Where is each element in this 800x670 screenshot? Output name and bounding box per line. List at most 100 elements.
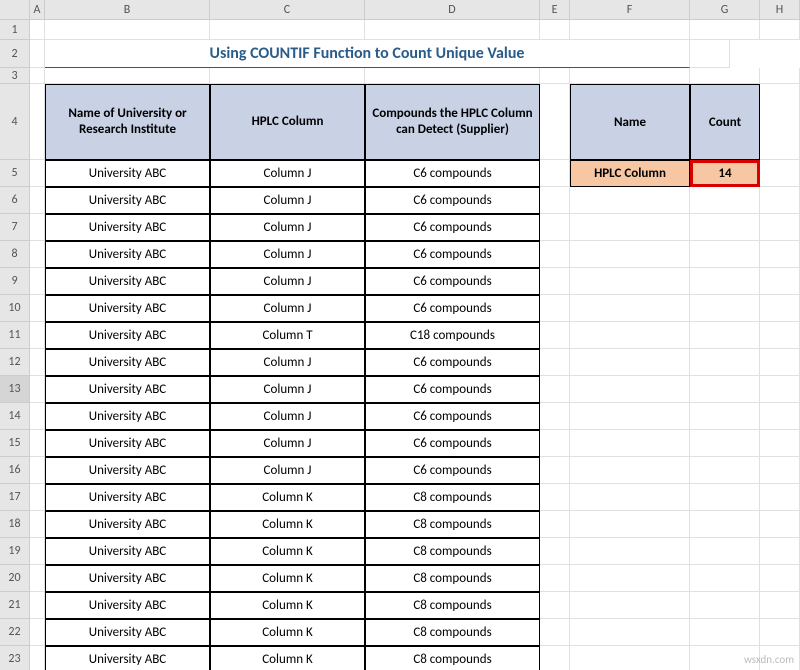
cell-hplc[interactable]: Column J — [210, 295, 365, 322]
cell[interactable] — [30, 187, 45, 214]
cell-hplc[interactable]: Column J — [210, 241, 365, 268]
cell[interactable] — [540, 20, 570, 40]
row-header[interactable]: 3 — [0, 68, 29, 84]
cell-hplc[interactable]: Column K — [210, 619, 365, 646]
cell[interactable] — [760, 68, 800, 84]
row-header[interactable]: 14 — [0, 403, 29, 430]
cell[interactable] — [30, 646, 45, 670]
cell[interactable] — [690, 511, 760, 538]
cell-university[interactable]: University ABC — [45, 268, 210, 295]
col-header-b[interactable]: B — [45, 0, 210, 20]
cell-university[interactable]: University ABC — [45, 484, 210, 511]
row-header[interactable]: 1 — [0, 20, 29, 40]
cell-hplc[interactable]: Column K — [210, 646, 365, 670]
cell[interactable] — [690, 68, 760, 84]
cell[interactable] — [760, 20, 800, 40]
cell[interactable] — [540, 430, 570, 457]
cell-university[interactable]: University ABC — [45, 511, 210, 538]
cell[interactable] — [570, 187, 690, 214]
cell-compounds[interactable]: C8 compounds — [365, 538, 540, 565]
cell[interactable] — [540, 403, 570, 430]
cell[interactable] — [690, 241, 760, 268]
row-header[interactable]: 23 — [0, 646, 29, 670]
cell-hplc[interactable]: Column J — [210, 376, 365, 403]
row-header[interactable]: 13 — [0, 376, 29, 403]
cell[interactable] — [570, 20, 690, 40]
cell[interactable] — [760, 84, 800, 160]
cell[interactable] — [690, 322, 760, 349]
cell-hplc[interactable]: Column K — [210, 511, 365, 538]
cell[interactable] — [30, 160, 45, 187]
cell[interactable] — [760, 322, 800, 349]
cell-compounds[interactable]: C6 compounds — [365, 214, 540, 241]
cell[interactable] — [540, 646, 570, 670]
cell-compounds[interactable]: C6 compounds — [365, 457, 540, 484]
cell[interactable] — [570, 349, 690, 376]
cell[interactable] — [760, 484, 800, 511]
cell-compounds[interactable]: C8 compounds — [365, 484, 540, 511]
row-header[interactable]: 10 — [0, 295, 29, 322]
cell[interactable] — [690, 403, 760, 430]
cell[interactable] — [690, 430, 760, 457]
cell[interactable] — [760, 241, 800, 268]
side-value-count[interactable]: 14 — [690, 160, 760, 187]
row-header[interactable]: 21 — [0, 592, 29, 619]
cell-university[interactable]: University ABC — [45, 295, 210, 322]
cell[interactable] — [760, 160, 800, 187]
cell-hplc[interactable]: Column K — [210, 538, 365, 565]
cell[interactable] — [30, 484, 45, 511]
cell-compounds[interactable]: C8 compounds — [365, 511, 540, 538]
cell[interactable] — [690, 295, 760, 322]
cell[interactable] — [690, 565, 760, 592]
row-header[interactable]: 5 — [0, 160, 29, 187]
cell[interactable] — [30, 619, 45, 646]
cell[interactable] — [540, 214, 570, 241]
cell[interactable] — [690, 592, 760, 619]
cell-university[interactable]: University ABC — [45, 241, 210, 268]
cell[interactable] — [365, 20, 540, 40]
cell-university[interactable]: University ABC — [45, 160, 210, 187]
cell-university[interactable]: University ABC — [45, 322, 210, 349]
cell[interactable] — [570, 241, 690, 268]
cell-hplc[interactable]: Column J — [210, 403, 365, 430]
col-header-a[interactable]: A — [30, 0, 45, 20]
cell-hplc[interactable]: Column J — [210, 160, 365, 187]
cell-hplc[interactable]: Column K — [210, 484, 365, 511]
cell[interactable] — [30, 20, 45, 40]
cell[interactable] — [540, 241, 570, 268]
cell[interactable] — [30, 322, 45, 349]
cell-university[interactable]: University ABC — [45, 592, 210, 619]
cell-compounds[interactable]: C6 compounds — [365, 295, 540, 322]
row-header[interactable]: 15 — [0, 430, 29, 457]
cell[interactable] — [540, 322, 570, 349]
row-header[interactable]: 22 — [0, 619, 29, 646]
cell[interactable] — [540, 68, 570, 84]
cell-compounds[interactable]: C6 compounds — [365, 268, 540, 295]
side-header-count[interactable]: Count — [690, 84, 760, 160]
cell[interactable] — [760, 268, 800, 295]
cell[interactable] — [570, 511, 690, 538]
cell[interactable] — [540, 457, 570, 484]
cell[interactable] — [570, 592, 690, 619]
cell[interactable] — [760, 430, 800, 457]
page-title[interactable]: Using COUNTIF Function to Count Unique V… — [45, 40, 690, 68]
cell[interactable] — [210, 68, 365, 84]
cell[interactable] — [690, 349, 760, 376]
cell[interactable] — [540, 511, 570, 538]
cell[interactable] — [570, 403, 690, 430]
cell-compounds[interactable]: C6 compounds — [365, 187, 540, 214]
cell-university[interactable]: University ABC — [45, 349, 210, 376]
cell[interactable] — [30, 403, 45, 430]
cell-hplc[interactable]: Column J — [210, 349, 365, 376]
cell-university[interactable]: University ABC — [45, 457, 210, 484]
cell[interactable] — [690, 40, 730, 68]
cell[interactable] — [760, 349, 800, 376]
cell[interactable] — [30, 376, 45, 403]
table-header-compounds[interactable]: Compounds the HPLC Column can Detect (Su… — [365, 84, 540, 160]
cell[interactable] — [30, 241, 45, 268]
cell[interactable] — [540, 619, 570, 646]
cell[interactable] — [30, 349, 45, 376]
cell[interactable] — [540, 592, 570, 619]
cell-hplc[interactable]: Column J — [210, 214, 365, 241]
cell[interactable] — [540, 160, 570, 187]
